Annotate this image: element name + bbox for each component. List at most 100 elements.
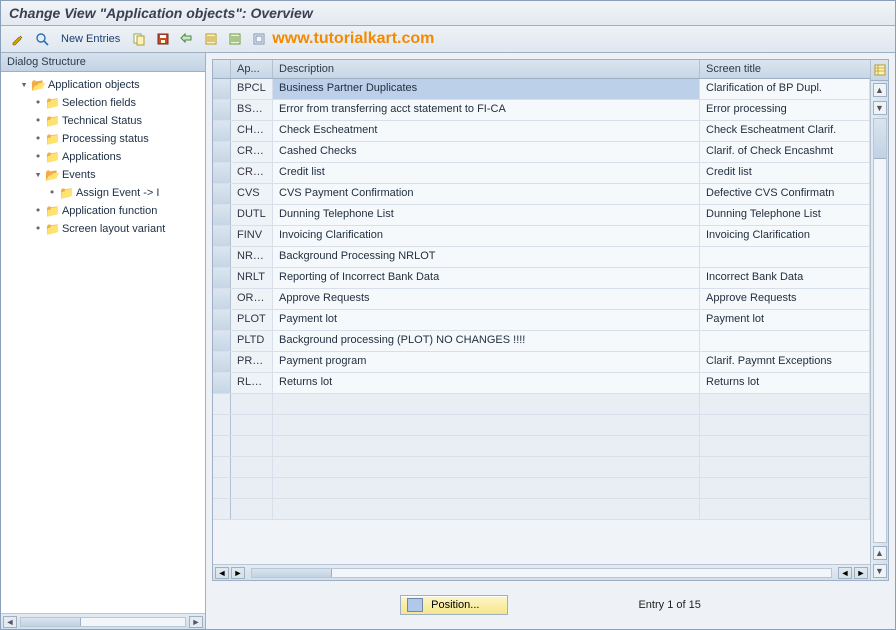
row-selector[interactable] bbox=[213, 79, 231, 99]
table-horizontal-scrollbar[interactable]: ◄ ► ◄ ► bbox=[213, 564, 870, 580]
cell-description[interactable]: Background Processing NRLOT bbox=[273, 247, 700, 267]
cell-app[interactable]: NRLD bbox=[231, 247, 273, 267]
row-selector[interactable] bbox=[213, 247, 231, 267]
cell-app[interactable]: NRLT bbox=[231, 268, 273, 288]
table-row[interactable]: CHESCheck EscheatmentCheck Escheatment C… bbox=[213, 121, 870, 142]
scroll-thumb[interactable] bbox=[874, 119, 886, 159]
col-screen-title[interactable]: Screen title bbox=[700, 60, 870, 78]
cell-description[interactable]: Invoicing Clarification bbox=[273, 226, 700, 246]
row-selector[interactable] bbox=[213, 499, 231, 519]
cell-description[interactable]: Business Partner Duplicates bbox=[273, 79, 700, 99]
table-row[interactable]: ORDAApprove RequestsApprove Requests bbox=[213, 289, 870, 310]
cell-app[interactable]: ORDA bbox=[231, 289, 273, 309]
tree-node-technical-status[interactable]: •📁Technical Status bbox=[33, 112, 205, 130]
cell-app[interactable]: BPCL bbox=[231, 79, 273, 99]
scroll-left-icon[interactable]: ◄ bbox=[215, 567, 229, 579]
cell-screen-title[interactable]: Returns lot bbox=[700, 373, 870, 393]
structure-tree[interactable]: ▾📂Application objects •📁Selection fields… bbox=[1, 72, 205, 613]
table-settings-icon[interactable] bbox=[871, 60, 888, 81]
table-row[interactable]: PRUNPayment programClarif. Paymnt Except… bbox=[213, 352, 870, 373]
cell-app[interactable]: BSTM bbox=[231, 100, 273, 120]
cell-description[interactable]: Returns lot bbox=[273, 373, 700, 393]
delimit-icon[interactable] bbox=[250, 30, 268, 48]
tree-node-events[interactable]: ▾📂Events •📁Assign Event -> I bbox=[33, 166, 205, 202]
cell-app[interactable]: CRCL bbox=[231, 142, 273, 162]
row-selector[interactable] bbox=[213, 394, 231, 414]
table-row[interactable]: DUTLDunning Telephone ListDunning Teleph… bbox=[213, 205, 870, 226]
copy-icon[interactable] bbox=[130, 30, 148, 48]
row-selector[interactable] bbox=[213, 352, 231, 372]
cell-screen-title[interactable]: Check Escheatment Clarif. bbox=[700, 121, 870, 141]
cell-screen-title[interactable]: Dunning Telephone List bbox=[700, 205, 870, 225]
tree-node-applications[interactable]: •📁Applications bbox=[33, 148, 205, 166]
row-selector[interactable] bbox=[213, 184, 231, 204]
cell-app[interactable]: PRUN bbox=[231, 352, 273, 372]
cell-description[interactable]: Credit list bbox=[273, 163, 700, 183]
undo-icon[interactable] bbox=[178, 30, 196, 48]
cell-description[interactable]: Error from transferring acct statement t… bbox=[273, 100, 700, 120]
row-selector[interactable] bbox=[213, 415, 231, 435]
tree-node-application-objects[interactable]: ▾📂Application objects •📁Selection fields… bbox=[19, 76, 205, 238]
row-selector[interactable] bbox=[213, 205, 231, 225]
row-selector[interactable] bbox=[213, 142, 231, 162]
cell-screen-title[interactable] bbox=[700, 247, 870, 267]
row-selector[interactable] bbox=[213, 289, 231, 309]
cell-screen-title[interactable]: Credit list bbox=[700, 163, 870, 183]
cell-description[interactable]: Dunning Telephone List bbox=[273, 205, 700, 225]
cell-screen-title[interactable]: Approve Requests bbox=[700, 289, 870, 309]
deselect-all-icon[interactable] bbox=[226, 30, 244, 48]
scroll-track[interactable] bbox=[20, 617, 186, 627]
scroll-down-icon[interactable]: ▼ bbox=[873, 564, 887, 578]
cell-screen-title[interactable]: Clarif. of Check Encashmt bbox=[700, 142, 870, 162]
scroll-left-icon[interactable]: ◄ bbox=[3, 616, 17, 628]
row-selector[interactable] bbox=[213, 226, 231, 246]
table-row[interactable]: FINVInvoicing ClarificationInvoicing Cla… bbox=[213, 226, 870, 247]
row-selector[interactable] bbox=[213, 478, 231, 498]
row-selector[interactable] bbox=[213, 268, 231, 288]
cell-description[interactable]: CVS Payment Confirmation bbox=[273, 184, 700, 204]
scroll-thumb[interactable] bbox=[21, 618, 81, 626]
row-selector[interactable] bbox=[213, 121, 231, 141]
cell-app[interactable]: CVS bbox=[231, 184, 273, 204]
col-selector[interactable] bbox=[213, 60, 231, 78]
cell-description[interactable]: Approve Requests bbox=[273, 289, 700, 309]
cell-app[interactable]: CRPO bbox=[231, 163, 273, 183]
cell-screen-title[interactable]: Invoicing Clarification bbox=[700, 226, 870, 246]
cell-description[interactable]: Payment program bbox=[273, 352, 700, 372]
tree-horizontal-scrollbar[interactable]: ◄ ► bbox=[1, 613, 205, 629]
scroll-track[interactable] bbox=[251, 568, 832, 578]
select-all-icon[interactable] bbox=[202, 30, 220, 48]
scroll-right-icon[interactable]: ► bbox=[854, 567, 868, 579]
row-selector[interactable] bbox=[213, 100, 231, 120]
table-row[interactable]: BPCLBusiness Partner DuplicatesClarifica… bbox=[213, 79, 870, 100]
tree-node-screen-layout-variant[interactable]: •📁Screen layout variant bbox=[33, 220, 205, 238]
save-icon[interactable] bbox=[154, 30, 172, 48]
cell-app[interactable]: PLTD bbox=[231, 331, 273, 351]
cell-screen-title[interactable]: Clarification of BP Dupl. bbox=[700, 79, 870, 99]
scroll-right-icon[interactable]: ► bbox=[231, 567, 245, 579]
table-row[interactable]: NRLDBackground Processing NRLOT bbox=[213, 247, 870, 268]
table-row[interactable]: BSTMError from transferring acct stateme… bbox=[213, 100, 870, 121]
scroll-up-icon[interactable]: ▲ bbox=[873, 546, 887, 560]
row-selector[interactable] bbox=[213, 331, 231, 351]
cell-screen-title[interactable]: Defective CVS Confirmatn bbox=[700, 184, 870, 204]
cell-description[interactable]: Reporting of Incorrect Bank Data bbox=[273, 268, 700, 288]
table-row[interactable]: PLTDBackground processing (PLOT) NO CHAN… bbox=[213, 331, 870, 352]
cell-screen-title[interactable]: Incorrect Bank Data bbox=[700, 268, 870, 288]
row-selector[interactable] bbox=[213, 310, 231, 330]
cell-screen-title[interactable]: Payment lot bbox=[700, 310, 870, 330]
cell-app[interactable]: PLOT bbox=[231, 310, 273, 330]
cell-app[interactable]: DUTL bbox=[231, 205, 273, 225]
cell-screen-title[interactable] bbox=[700, 331, 870, 351]
tree-node-assign-event[interactable]: •📁Assign Event -> I bbox=[47, 184, 205, 202]
cell-screen-title[interactable]: Error processing bbox=[700, 100, 870, 120]
col-app[interactable]: Ap... bbox=[231, 60, 273, 78]
cell-description[interactable]: Payment lot bbox=[273, 310, 700, 330]
cell-app[interactable]: RLOT bbox=[231, 373, 273, 393]
scroll-up-icon[interactable]: ▲ bbox=[873, 83, 887, 97]
cell-app[interactable]: CHES bbox=[231, 121, 273, 141]
scroll-track[interactable] bbox=[873, 118, 887, 543]
scroll-thumb[interactable] bbox=[252, 569, 332, 577]
row-selector[interactable] bbox=[213, 457, 231, 477]
find-icon[interactable] bbox=[33, 30, 51, 48]
